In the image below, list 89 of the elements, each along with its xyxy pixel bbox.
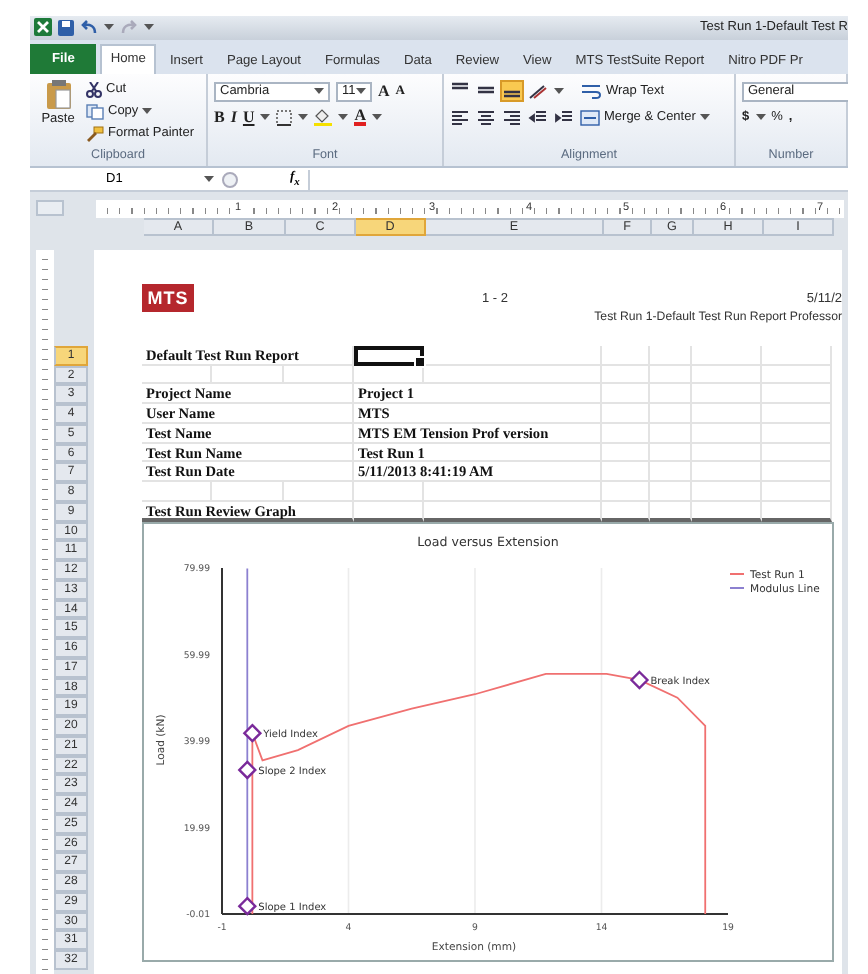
increase-indent-icon[interactable] [554, 109, 574, 126]
sheet-cell[interactable] [762, 345, 832, 366]
clipboard-icon [45, 79, 71, 110]
sheet-cell[interactable] [650, 384, 692, 405]
merge-cells-icon [580, 109, 600, 126]
sheet-cell[interactable] [692, 404, 762, 424]
sheet-cell[interactable] [424, 365, 602, 385]
sheet-cell[interactable] [602, 345, 650, 366]
sheet-cell[interactable] [354, 482, 424, 502]
sheet-cell[interactable] [692, 423, 762, 444]
sheet-cell[interactable] [650, 443, 692, 463]
caret-icon [104, 24, 114, 31]
caret-icon [144, 24, 154, 31]
paintbrush-icon [86, 125, 104, 142]
sheet-cell[interactable] [602, 365, 650, 385]
sheet-cell[interactable] [212, 482, 284, 502]
sheet-cell[interactable] [692, 462, 762, 483]
sheet-cell[interactable] [692, 345, 762, 366]
select-all-button[interactable] [36, 199, 64, 216]
caret-icon [356, 88, 366, 95]
redo-icon[interactable] [120, 20, 138, 35]
font-color-button[interactable]: A [354, 108, 367, 127]
diamond-marker [237, 759, 257, 780]
sheet-cell[interactable] [284, 365, 354, 385]
diamond-marker [237, 895, 257, 916]
italic-button[interactable]: I [230, 108, 237, 127]
sheet-cell[interactable] [602, 423, 650, 444]
caret-icon [260, 114, 271, 121]
sheet-cell[interactable] [762, 482, 832, 502]
undo-icon[interactable] [80, 20, 98, 35]
caret-icon [554, 88, 564, 95]
sheet-cell[interactable] [650, 462, 692, 483]
sheet-cell[interactable] [650, 345, 692, 366]
grow-font-button[interactable]: A [378, 82, 390, 101]
sheet-cell[interactable] [692, 365, 762, 385]
decrease-indent-icon[interactable] [528, 109, 548, 126]
spreadsheet-app-icon [34, 18, 52, 37]
sheet-cell[interactable] [354, 365, 424, 385]
copy-icon [86, 103, 104, 120]
sheet-cell[interactable] [650, 482, 692, 502]
sheet-cell[interactable] [602, 462, 650, 483]
sheet-cell[interactable] [602, 443, 650, 463]
bold-button[interactable]: B [214, 108, 225, 127]
caret-icon [372, 114, 383, 121]
fill-color-icon[interactable] [314, 108, 333, 127]
save-icon[interactable] [58, 19, 74, 36]
sheet-cell[interactable] [692, 384, 762, 405]
caret-icon [298, 114, 309, 121]
align-left-icon[interactable] [450, 109, 470, 126]
sheet-cell[interactable] [212, 365, 284, 385]
scissors-icon [86, 81, 102, 98]
fill-handle[interactable] [414, 355, 426, 368]
align-right-icon[interactable] [502, 109, 522, 126]
sheet-cell[interactable] [142, 365, 212, 385]
sheet-cell[interactable] [762, 423, 832, 444]
diamond-marker [629, 669, 650, 690]
sheet-cell[interactable] [602, 384, 650, 405]
borders-icon[interactable] [276, 109, 293, 126]
sheet-cell[interactable] [602, 404, 650, 424]
wrap-text-icon [582, 83, 602, 100]
active-cell[interactable] [354, 345, 424, 366]
sheet-cell[interactable] [762, 443, 832, 463]
underline-button[interactable]: U [242, 108, 255, 127]
sheet-cell[interactable] [762, 462, 832, 483]
caret-icon [204, 176, 214, 183]
sheet-cell[interactable] [650, 365, 692, 385]
caret-icon [755, 114, 766, 121]
align-center-icon[interactable] [476, 109, 496, 126]
text-orientation-icon[interactable] [528, 83, 548, 100]
align-bottom-icon[interactable] [502, 82, 522, 101]
caret-icon [142, 108, 153, 115]
sheet-cell[interactable] [602, 482, 650, 502]
company-logo: MTS [142, 283, 194, 312]
caret-icon [699, 114, 710, 121]
caret-icon [314, 88, 324, 95]
sheet-cell[interactable] [762, 384, 832, 405]
sheet-cell[interactable] [762, 404, 832, 424]
formula-cancel-icon [222, 171, 238, 188]
sheet-cell[interactable] [692, 443, 762, 463]
caret-icon [338, 114, 349, 121]
diamond-marker [242, 722, 263, 743]
sheet-cell[interactable] [284, 482, 354, 502]
sheet-cell[interactable] [650, 423, 692, 444]
sheet-cell[interactable] [424, 345, 602, 366]
sheet-cell[interactable] [762, 365, 832, 385]
sheet-cell[interactable] [692, 482, 762, 502]
sheet-cell[interactable] [650, 404, 692, 424]
sheet-cell[interactable] [424, 482, 602, 502]
sheet-cell[interactable] [142, 482, 212, 502]
